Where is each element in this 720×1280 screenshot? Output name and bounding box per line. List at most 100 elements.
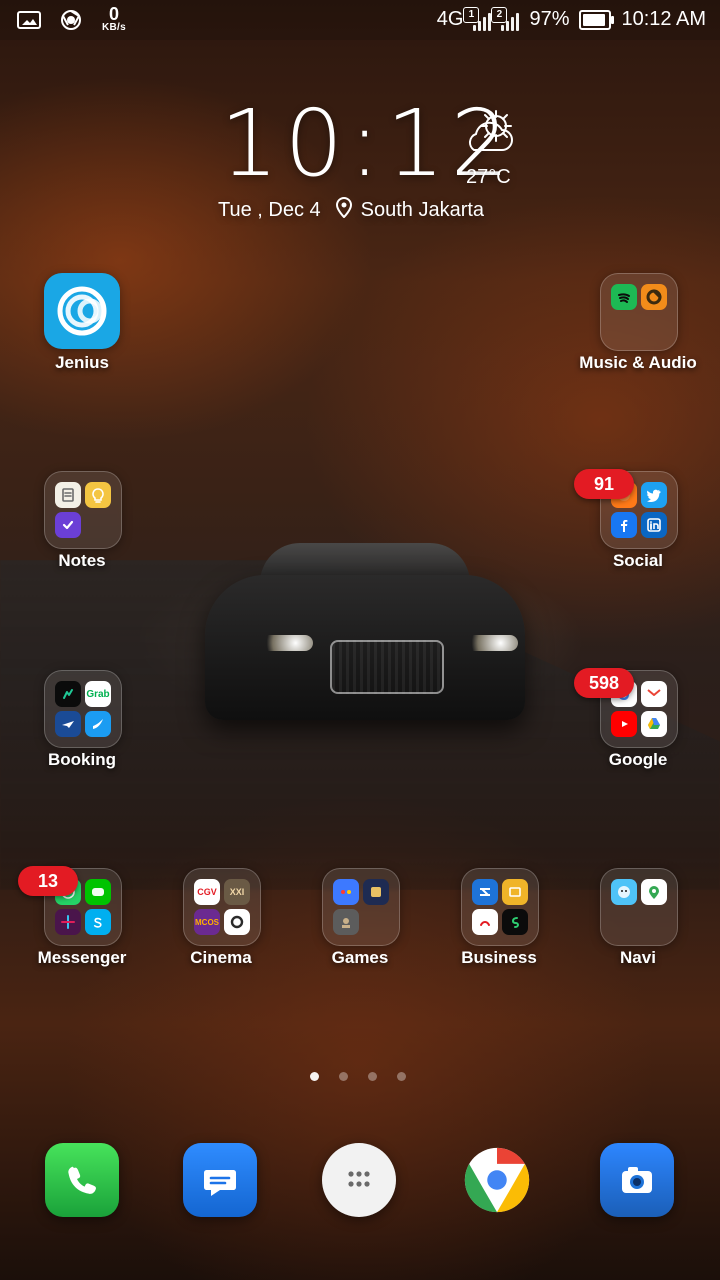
notification-badge: 13 <box>18 866 78 896</box>
folder-icon <box>600 868 678 946</box>
temperature: 27°C <box>466 166 511 188</box>
network-type: 4G <box>436 8 464 30</box>
partly-cloudy-icon <box>458 110 518 162</box>
folder-label: Messenger <box>37 948 127 967</box>
business-app-icon <box>502 879 528 905</box>
location-name: South Jakarta <box>360 198 485 221</box>
game-icon <box>363 879 389 905</box>
mcos-icon: MCOS <box>194 909 220 935</box>
folder-mini-grid <box>611 284 667 340</box>
date-location: Tue , Dec 4 South Jakarta <box>218 196 484 224</box>
sim1-signal: 1 <box>463 6 492 31</box>
audio-app-icon <box>641 284 667 310</box>
status-bar: 0 KB/s 4G 1 2 97% 10:12 AM <box>0 0 720 40</box>
page-dot <box>397 1072 406 1081</box>
app-drawer-icon <box>322 1143 396 1217</box>
empty-slot <box>85 512 111 538</box>
cinema-ring-icon <box>224 909 250 935</box>
battery-percent: 97% <box>529 8 570 30</box>
jenius-icon <box>44 273 120 349</box>
dock-phone[interactable] <box>37 1135 127 1225</box>
car-grill <box>330 640 444 694</box>
wallpaper-car <box>205 535 525 720</box>
traveloka-icon <box>85 711 111 737</box>
signal-bar <box>506 20 510 31</box>
folder-mini-grid <box>333 879 389 935</box>
twitter-icon <box>641 482 667 508</box>
notification-badge: 598 <box>574 668 634 698</box>
image-icon <box>16 9 42 31</box>
sim1-badge: 1 <box>463 6 480 23</box>
folder-messenger[interactable]: 13 Messenger <box>18 866 142 988</box>
folder-label: Google <box>608 750 668 769</box>
slack-icon <box>55 909 81 935</box>
gmail-icon <box>641 681 667 707</box>
folder-google[interactable]: 598 Google <box>574 668 698 790</box>
weather[interactable]: 27°C <box>458 108 528 188</box>
line-icon <box>85 879 111 905</box>
messages-icon <box>183 1143 257 1217</box>
idea-icon <box>85 482 111 508</box>
folder-icon: Grab <box>44 670 122 748</box>
tasks-icon <box>55 512 81 538</box>
page-dot <box>368 1072 377 1081</box>
folder-label: Business <box>461 948 537 967</box>
skype-icon <box>85 909 111 935</box>
folder-label: Music & Audio <box>579 353 697 372</box>
folder-booking[interactable]: Grab Booking <box>22 670 142 790</box>
empty-slot <box>641 314 667 340</box>
page-dot <box>339 1072 348 1081</box>
date: Tue , Dec 4 <box>218 198 321 221</box>
dock-camera[interactable] <box>592 1135 682 1225</box>
folder-label: Social <box>612 551 664 570</box>
page-dot-active <box>310 1072 319 1081</box>
signal-bar <box>501 24 505 31</box>
game-icon <box>333 909 359 935</box>
google-maps-icon <box>641 879 667 905</box>
camera-icon <box>600 1143 674 1217</box>
folder-business[interactable]: Business <box>439 868 559 988</box>
signal-bar <box>483 16 487 31</box>
folder-label: Notes <box>58 551 106 570</box>
game-icon <box>333 879 359 905</box>
folder-notes[interactable]: Notes <box>22 471 142 591</box>
folder-label: Cinema <box>190 948 252 967</box>
app-label: Jenius <box>55 353 109 372</box>
folder-icon <box>44 471 122 549</box>
folder-mini-grid: CGV XXI MCOS <box>194 879 250 935</box>
folder-icon <box>322 868 400 946</box>
car-headlight-left <box>255 635 313 651</box>
app-jenius[interactable]: Jenius <box>22 273 142 393</box>
folder-music-audio[interactable]: Music & Audio <box>578 273 698 393</box>
phone-icon <box>45 1143 119 1217</box>
empty-slot <box>641 909 667 935</box>
folder-mini-grid <box>472 879 528 935</box>
folder-social[interactable]: 91 Social <box>574 469 698 591</box>
dock-chrome[interactable] <box>452 1135 542 1225</box>
empty-slot <box>611 909 637 935</box>
network-speed-value: 0 <box>108 4 119 24</box>
folder-icon <box>461 868 539 946</box>
dock-messages[interactable] <box>175 1135 265 1225</box>
folder-cinema[interactable]: CGV XXI MCOS Cinema <box>161 868 281 988</box>
clock-weather-widget[interactable]: 10:12 27°C Tue , Dec 4 South Jakarta <box>210 98 530 238</box>
status-time: 10:12 AM <box>621 8 706 30</box>
folder-navi[interactable]: Navi <box>578 868 698 988</box>
airline-icon <box>55 711 81 737</box>
notepad-icon <box>55 482 81 508</box>
page-indicator <box>310 1072 406 1081</box>
folder-games[interactable]: Games <box>300 868 420 988</box>
location: South Jakarta <box>335 196 484 224</box>
sim2-signal: 2 <box>491 6 520 31</box>
folder-label: Navi <box>620 948 656 967</box>
facebook-icon <box>611 512 637 538</box>
location-pin-icon <box>335 196 353 224</box>
folder-icon <box>600 273 678 351</box>
empty-slot <box>611 314 637 340</box>
cgv-icon: CGV <box>194 879 220 905</box>
network-speed: 0 KB/s <box>102 4 126 34</box>
battery-fill <box>583 13 606 26</box>
chrome-icon <box>60 9 82 31</box>
spotify-icon <box>611 284 637 310</box>
dock-app-drawer[interactable] <box>314 1135 404 1225</box>
